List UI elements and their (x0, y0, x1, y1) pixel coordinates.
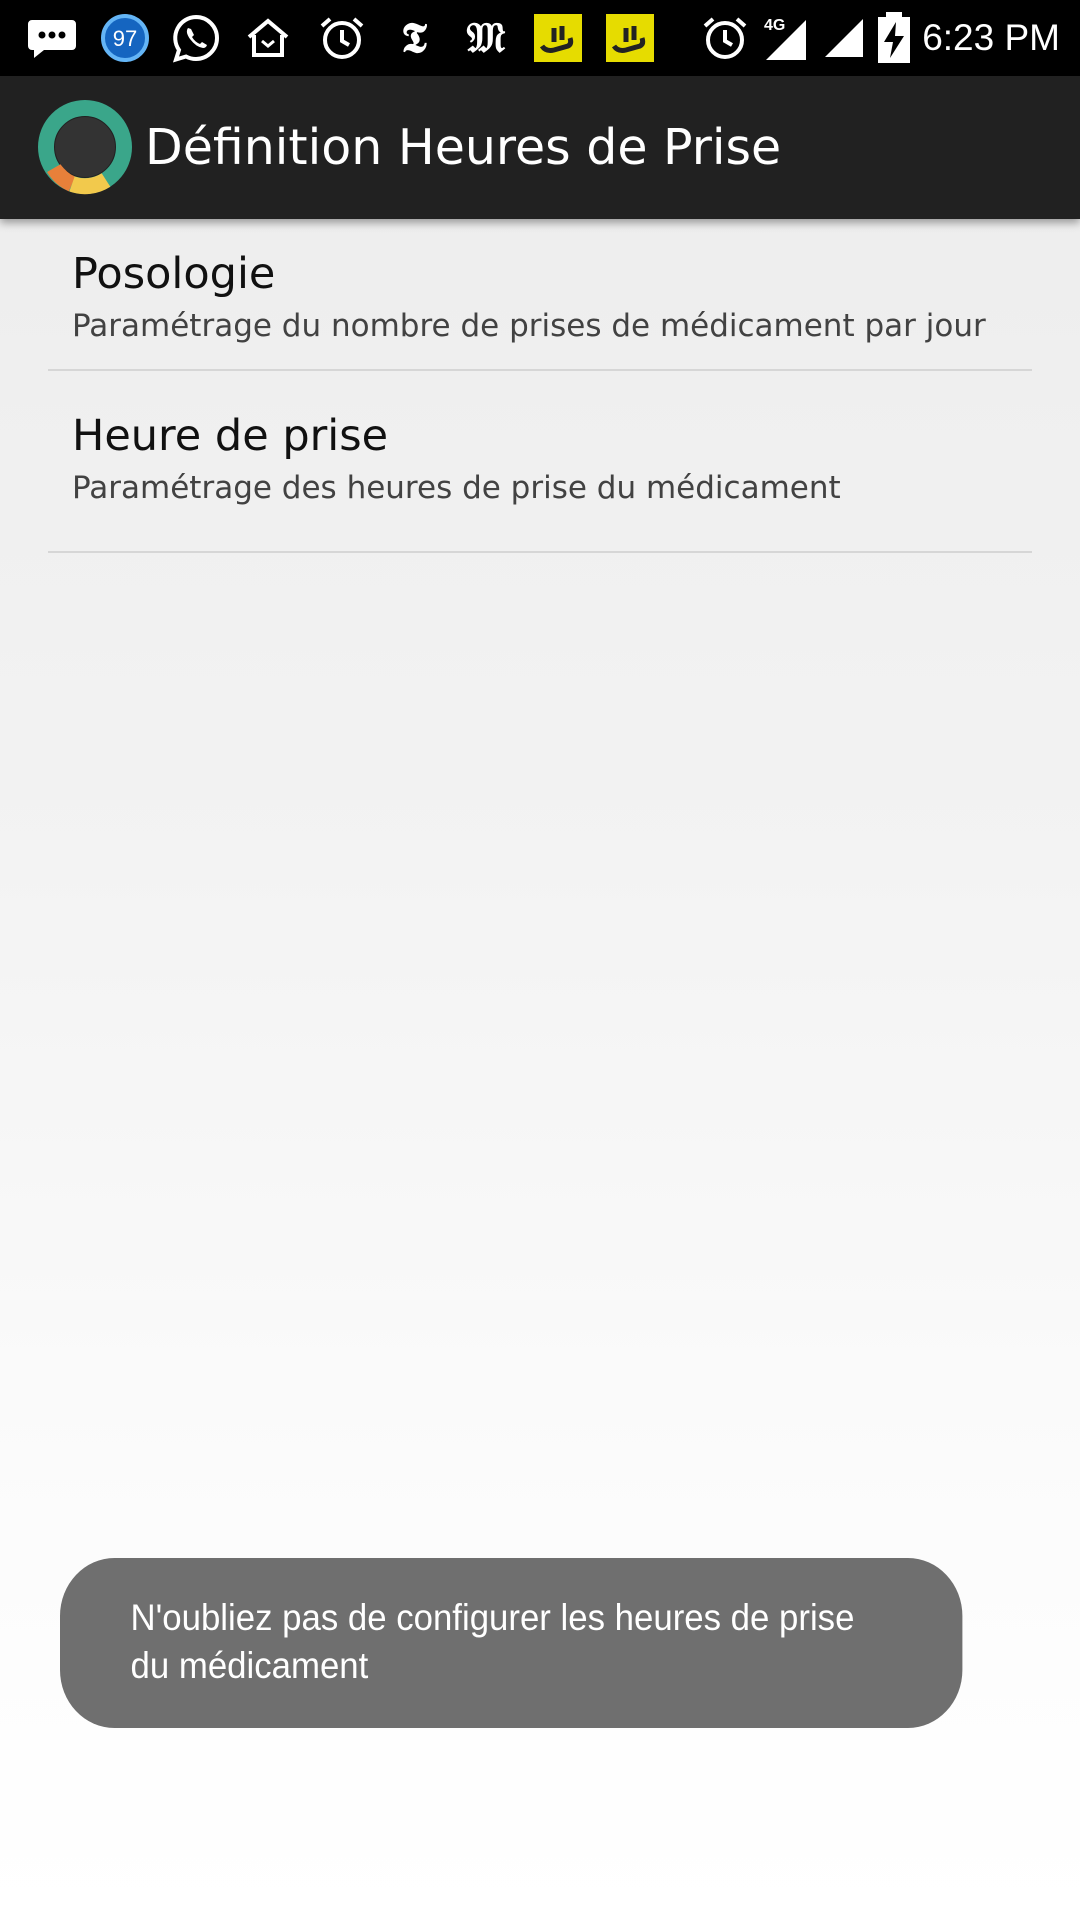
toast-message: N'oubliez pas de configurer les heures d… (60, 1558, 963, 1728)
app-logo-icon[interactable] (36, 98, 134, 196)
alarm-icon (699, 12, 751, 64)
home-icon (242, 12, 294, 64)
signal-icon (818, 12, 870, 64)
yellow-app-icon (532, 12, 584, 64)
status-time: 6:23 PM (922, 17, 1060, 58)
svg-text:4G: 4G (764, 17, 785, 34)
badge-97-icon: 97 (99, 12, 151, 64)
preference-heure-de-prise[interactable]: Heure de prise Paramétrage des heures de… (0, 371, 1080, 553)
preference-title: Heure de prise (72, 411, 389, 461)
preference-title: Posologie (72, 249, 276, 299)
action-bar: Définition Heures de Prise (0, 76, 1080, 219)
preference-summary: Paramétrage des heures de prise du médic… (72, 470, 841, 506)
message-icon (26, 12, 78, 64)
le-monde-icon: 𝔐 (466, 13, 506, 62)
whatsapp-icon (170, 12, 222, 64)
nyt-icon: 𝕿 (401, 13, 427, 62)
yellow-app-icon (604, 12, 656, 64)
status-bar: 97 𝕿 𝔐 4G 6:23 PM (0, 0, 1080, 76)
signal-4g-icon: 4G (762, 12, 814, 64)
divider (48, 551, 1032, 553)
preference-summary: Paramétrage du nombre de prises de médic… (72, 308, 986, 344)
page-title: Définition Heures de Prise (145, 119, 782, 176)
preference-list: Posologie Paramétrage du nombre de prise… (0, 219, 1080, 553)
svg-text:97: 97 (113, 26, 137, 51)
battery-charging-icon (868, 12, 920, 64)
preference-posologie[interactable]: Posologie Paramétrage du nombre de prise… (0, 219, 1080, 371)
alarm-icon (316, 12, 368, 64)
